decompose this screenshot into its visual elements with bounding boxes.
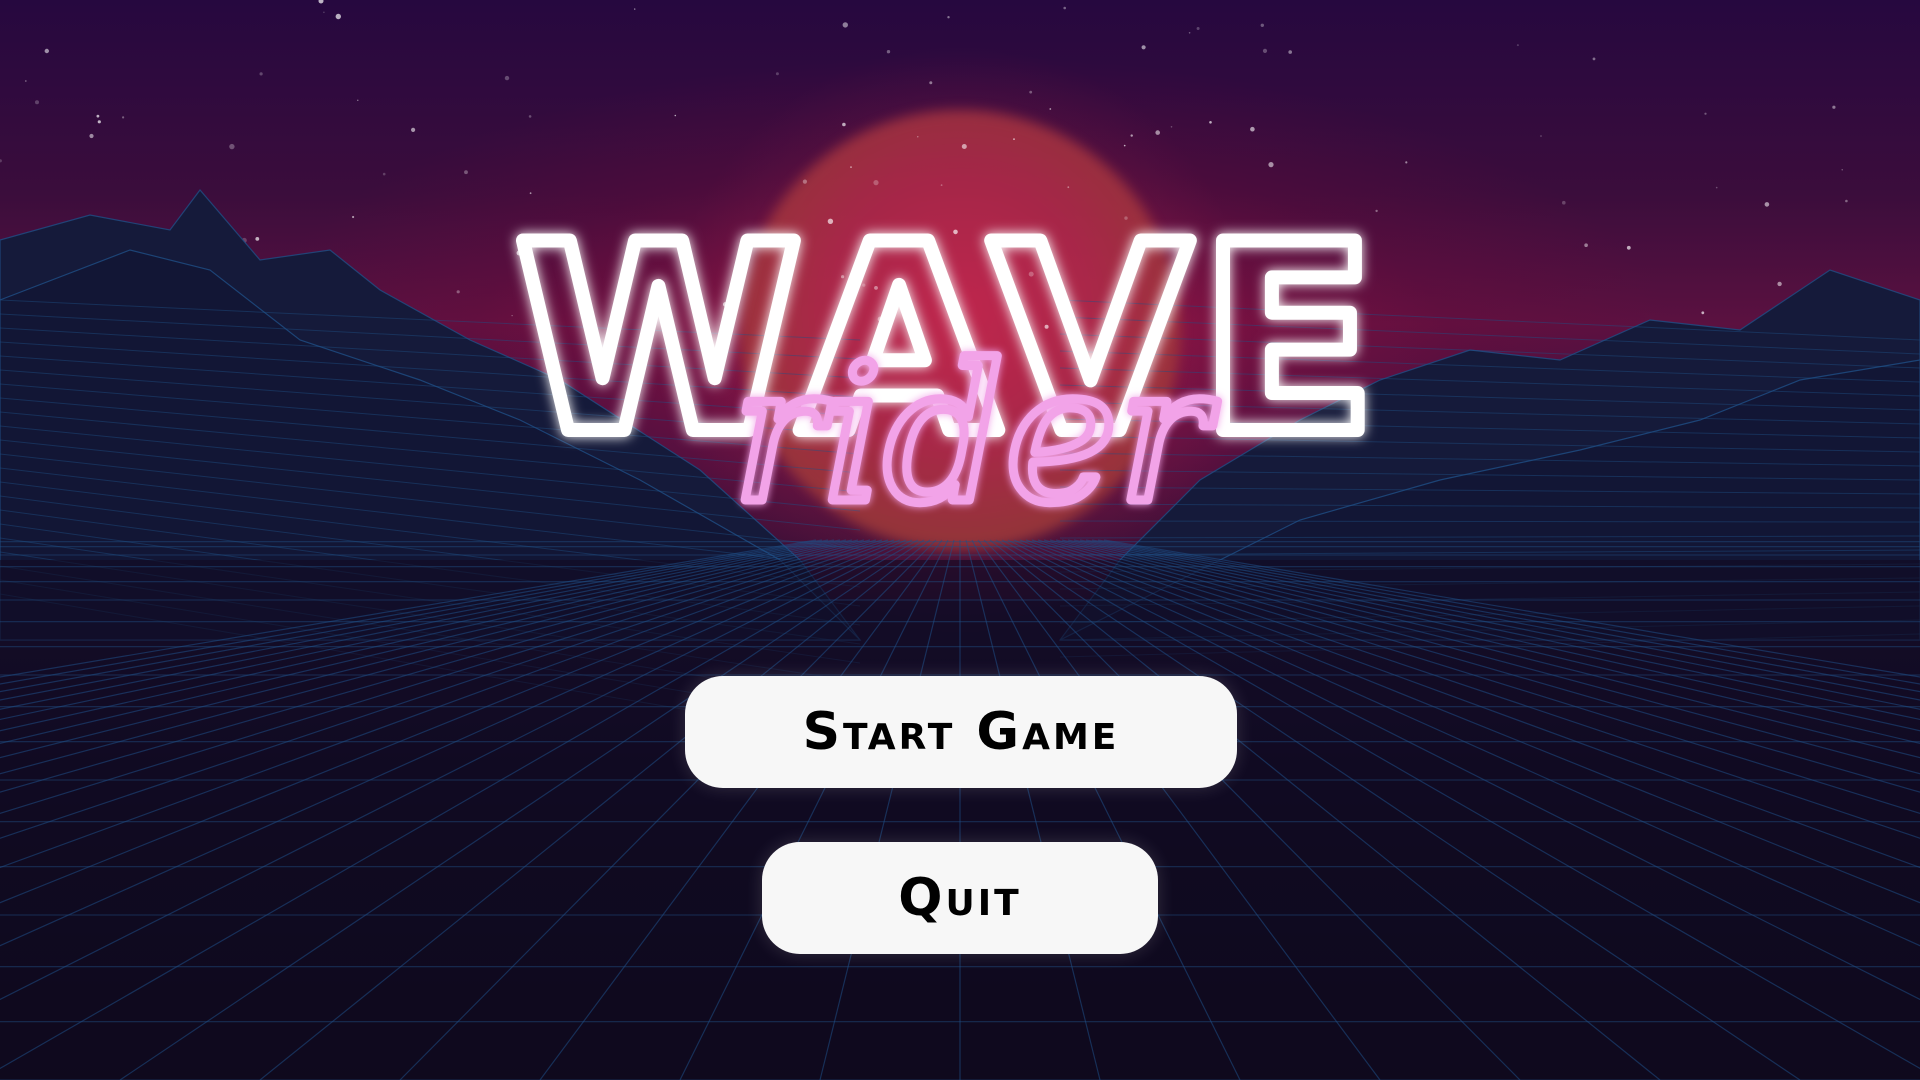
star	[259, 72, 263, 76]
star	[1170, 126, 1173, 128]
star	[528, 115, 532, 118]
star	[89, 133, 94, 139]
star	[352, 215, 355, 219]
star	[873, 180, 879, 186]
start-game-button[interactable]: Start Game	[685, 676, 1237, 788]
star	[1704, 112, 1707, 115]
star	[255, 237, 260, 241]
star	[886, 50, 891, 54]
star	[357, 99, 359, 102]
star	[1715, 186, 1718, 189]
star	[1841, 169, 1843, 171]
star	[97, 120, 101, 124]
star	[1405, 161, 1408, 164]
star	[1029, 90, 1033, 94]
star	[634, 8, 636, 10]
star	[1260, 23, 1265, 27]
star	[1592, 57, 1596, 61]
star	[1626, 245, 1631, 250]
star	[1188, 32, 1191, 34]
star	[1288, 50, 1292, 54]
logo-script-text: rider	[732, 324, 1219, 530]
star	[335, 13, 341, 20]
wireframe-grid	[0, 539, 1920, 1080]
star	[1196, 27, 1200, 30]
star	[1268, 162, 1274, 168]
star	[411, 127, 416, 132]
star	[1155, 130, 1160, 135]
star	[1262, 48, 1268, 54]
star	[24, 80, 27, 82]
star	[1764, 202, 1770, 207]
quit-button[interactable]: Quit	[762, 842, 1158, 954]
star	[802, 179, 808, 184]
star	[940, 184, 943, 187]
star	[842, 122, 846, 127]
star	[917, 136, 919, 138]
star	[1141, 45, 1146, 50]
star	[1540, 135, 1542, 137]
star	[1067, 186, 1070, 189]
star	[674, 114, 677, 117]
star	[96, 114, 100, 118]
star	[850, 166, 852, 168]
star	[1013, 138, 1015, 141]
star	[44, 48, 49, 54]
star	[775, 72, 779, 76]
star	[456, 290, 460, 294]
star	[1516, 44, 1519, 47]
star	[1130, 134, 1133, 137]
star	[318, 0, 324, 4]
star	[947, 16, 950, 19]
star	[1562, 200, 1566, 205]
star	[382, 172, 386, 176]
star	[0, 159, 2, 163]
star	[1063, 6, 1066, 10]
game-logo: WAVE rider	[500, 190, 1400, 530]
star	[1845, 199, 1848, 203]
star	[842, 22, 848, 28]
star	[961, 144, 967, 149]
star	[122, 116, 125, 119]
star	[1209, 121, 1212, 124]
logo-svg: WAVE rider	[508, 190, 1384, 530]
star	[464, 170, 468, 175]
star	[35, 100, 39, 105]
star	[323, 11, 325, 14]
star	[1701, 311, 1705, 315]
star	[504, 75, 510, 81]
star	[929, 81, 933, 85]
main-menu-screen: WAVE rider Start Game Quit	[0, 0, 1920, 1080]
star	[1250, 126, 1255, 132]
star	[1832, 105, 1836, 109]
star	[1123, 144, 1126, 147]
star	[229, 143, 235, 150]
star	[1584, 243, 1588, 247]
star	[1049, 108, 1052, 110]
star	[1777, 281, 1782, 287]
